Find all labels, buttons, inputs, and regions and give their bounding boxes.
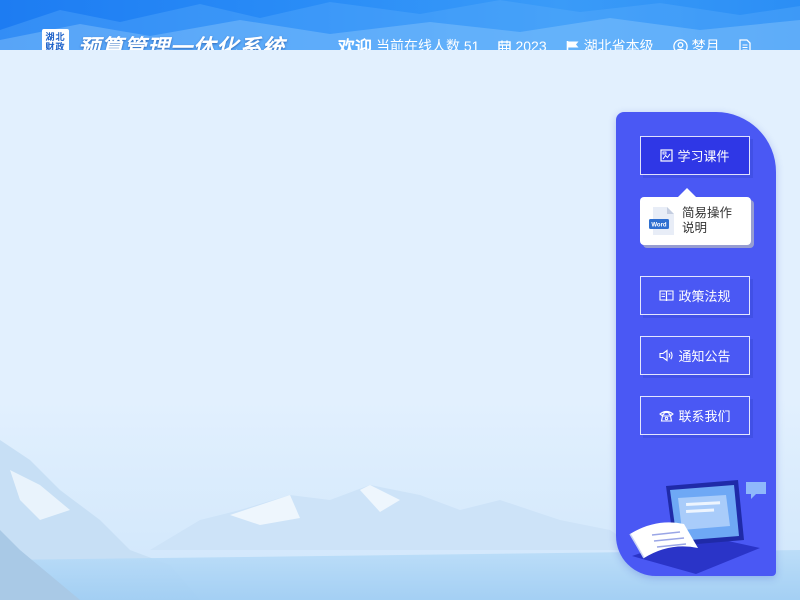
top-header: 湖北财政 预算管理一体化系统 欢迎 当前在线人数 51 2023 湖北省本级 梦… — [0, 0, 800, 50]
logo: 湖北财政 — [42, 29, 69, 50]
telephone-icon — [659, 410, 675, 422]
quick-guide-document[interactable]: Word 简易操作说明 — [640, 188, 751, 245]
year-label: 2023 — [515, 38, 547, 50]
announcements-button[interactable]: 通知公告 — [640, 336, 750, 375]
contact-us-button[interactable]: 联系我们 — [640, 396, 750, 435]
user-name: 梦月 — [691, 38, 720, 50]
courseware-icon — [660, 149, 674, 162]
user-icon — [672, 38, 688, 50]
quick-access-panel: 学习课件 Word 简易操作说明 政策法规 通知公告 联系我们 — [616, 112, 776, 576]
calendar-icon — [498, 40, 512, 50]
logo-text: 湖北财政 — [45, 31, 66, 51]
announcements-label: 通知公告 — [678, 349, 731, 364]
laptop-illustration — [629, 480, 766, 574]
document-button[interactable] — [738, 39, 755, 50]
user-menu[interactable]: 梦月 — [672, 36, 720, 50]
region-selector[interactable]: 湖北省本级 — [566, 36, 654, 50]
policy-regulations-label: 政策法规 — [678, 289, 731, 304]
welcome-marquee: 欢迎 — [338, 38, 372, 50]
document-icon — [738, 39, 751, 50]
word-badge: Word — [651, 223, 667, 229]
region-label: 湖北省本级 — [583, 38, 654, 50]
study-materials-button[interactable]: 学习课件 — [640, 136, 750, 175]
header-info-bar: 当前在线人数 51 2023 湖北省本级 梦月 — [376, 36, 755, 50]
year-selector[interactable]: 2023 — [498, 38, 547, 50]
app-title: 预算管理一体化系统 — [78, 35, 286, 50]
policy-regulations-button[interactable]: 政策法规 — [640, 276, 750, 315]
quick-guide-label: 简易操作说明 — [682, 206, 733, 235]
word-document-icon: Word — [649, 207, 674, 235]
contact-us-label: 联系我们 — [678, 409, 731, 424]
flag-icon — [566, 40, 579, 50]
online-count-label: 当前在线人数 51 — [376, 38, 480, 50]
online-count: 当前在线人数 51 — [376, 36, 479, 50]
speaker-icon — [659, 349, 674, 362]
book-icon — [659, 290, 675, 302]
tooltip-arrow — [678, 188, 696, 197]
study-materials-label: 学习课件 — [677, 149, 730, 164]
page: 湖北财政 预算管理一体化系统 欢迎 当前在线人数 51 2023 湖北省本级 梦… — [0, 0, 800, 600]
